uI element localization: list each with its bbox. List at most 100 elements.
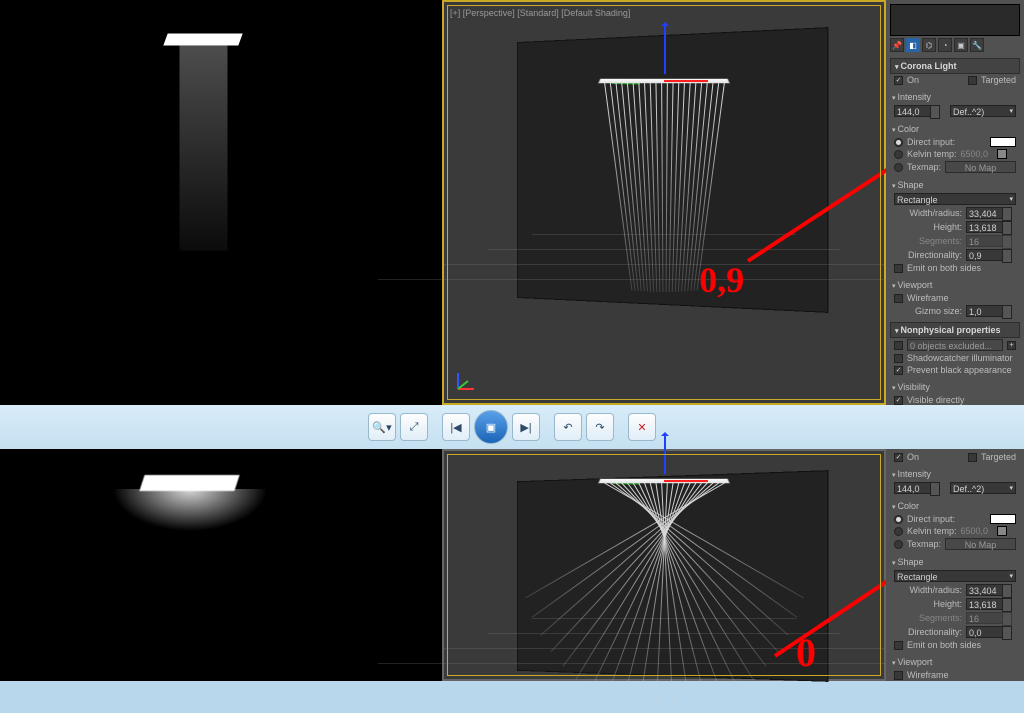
on-label: On: [907, 75, 919, 85]
direct-input-radio[interactable]: [894, 515, 903, 524]
shape-label: Shape: [890, 178, 1020, 192]
kelvin-swatch[interactable]: [997, 149, 1007, 159]
width-input[interactable]: 33,404: [966, 207, 1004, 219]
viewport-section-label: Viewport: [890, 655, 1020, 669]
targeted-checkbox[interactable]: [968, 453, 977, 462]
directionality-input[interactable]: 0,9: [966, 249, 1004, 261]
directionality-input[interactable]: 0,0: [966, 626, 1004, 638]
utilities-tab[interactable]: 🔧: [970, 38, 984, 52]
emit-both-checkbox[interactable]: [894, 264, 903, 273]
next-button[interactable]: ▶|: [512, 413, 540, 441]
emit-both-checkbox[interactable]: [894, 641, 903, 650]
kelvin-label: Kelvin temp:: [907, 149, 957, 159]
segments-input[interactable]: 16: [966, 235, 1004, 247]
fit-button[interactable]: ⤢: [400, 413, 428, 441]
delete-button[interactable]: ✕: [628, 413, 656, 441]
texmap-radio[interactable]: [894, 163, 903, 172]
display-tab[interactable]: ▣: [954, 38, 968, 52]
color-swatch[interactable]: [990, 137, 1016, 147]
rotate-right-button[interactable]: ↷: [586, 413, 614, 441]
command-panel-tabs: 📌 ◧ ⌬ ◔ ▣ 🔧: [890, 38, 1020, 52]
emit-both-label: Emit on both sides: [907, 640, 981, 650]
wireframe-checkbox[interactable]: [894, 294, 903, 303]
intensity-units-dropdown[interactable]: Def..^2): [950, 105, 1016, 117]
kelvin-input[interactable]: 6500,0: [961, 526, 993, 536]
on-checkbox[interactable]: ✓: [894, 453, 903, 462]
kelvin-radio[interactable]: [894, 150, 903, 159]
width-label: Width/radius:: [894, 585, 962, 595]
segments-input[interactable]: 16: [966, 612, 1004, 624]
render-viewport[interactable]: [0, 0, 442, 405]
texmap-button[interactable]: No Map: [945, 161, 1016, 173]
excluded-checkbox[interactable]: [894, 341, 903, 350]
shape-dropdown[interactable]: Rectangle: [894, 570, 1016, 582]
z-axis-gizmo[interactable]: [664, 434, 666, 474]
gizmo-label: Gizmo size:: [894, 306, 962, 316]
height-label: Height:: [894, 222, 962, 232]
pin-icon[interactable]: 📌: [890, 38, 904, 52]
height-input[interactable]: 13,618: [966, 598, 1004, 610]
shape-label: Shape: [890, 555, 1020, 569]
preventblack-label: Prevent black appearance: [907, 365, 1012, 375]
texmap-radio[interactable]: [894, 540, 903, 549]
zoom-button[interactable]: 🔍▾: [368, 413, 396, 441]
slideshow-button[interactable]: ▣: [474, 410, 508, 444]
segments-label: Segments:: [894, 236, 962, 246]
light-gizmo[interactable]: [599, 74, 729, 88]
height-input[interactable]: 13,618: [966, 221, 1004, 233]
direct-input-radio[interactable]: [894, 138, 903, 147]
direct-input-label: Direct input:: [907, 514, 955, 524]
visible-directly-label: Visible directly: [907, 395, 964, 405]
kelvin-input[interactable]: 6500,0: [961, 149, 993, 159]
perspective-viewport[interactable]: 0: [442, 449, 886, 681]
texmap-button[interactable]: No Map: [945, 538, 1016, 550]
intensity-input[interactable]: 144,0: [894, 105, 932, 117]
preventblack-checkbox[interactable]: ✓: [894, 366, 903, 375]
viewport-area: 0: [0, 449, 886, 681]
z-axis-gizmo[interactable]: [664, 24, 666, 74]
directionality-label: Directionality:: [894, 250, 962, 260]
intensity-input[interactable]: 144,0: [894, 482, 932, 494]
kelvin-swatch[interactable]: [997, 526, 1007, 536]
light-rays: [664, 483, 666, 485]
rotate-left-button[interactable]: ↶: [554, 413, 582, 441]
visible-directly-checkbox[interactable]: ✓: [894, 396, 903, 405]
kelvin-radio[interactable]: [894, 527, 903, 536]
color-swatch[interactable]: [990, 514, 1016, 524]
targeted-label: Targeted: [981, 452, 1016, 462]
wireframe-label: Wireframe: [907, 670, 949, 680]
axis-cube-icon[interactable]: [454, 369, 478, 393]
exclude-add[interactable]: +: [1007, 341, 1016, 350]
preview-swatch: [890, 4, 1020, 36]
viewport-area: [+] [Perspective] [Standard] [Default Sh…: [0, 0, 886, 405]
x-axis-gizmo[interactable]: [664, 480, 708, 482]
targeted-label: Targeted: [981, 75, 1016, 85]
segments-label: Segments:: [894, 613, 962, 623]
viewport-section-label: Viewport: [890, 278, 1020, 292]
intensity-units-dropdown[interactable]: Def..^2): [950, 482, 1016, 494]
excluded-button[interactable]: 0 objects excluded...: [907, 339, 1003, 351]
perspective-viewport[interactable]: [+] [Perspective] [Standard] [Default Sh…: [442, 0, 886, 405]
shadowcatcher-label: Shadowcatcher illuminator: [907, 353, 1013, 363]
corona-light-rollout[interactable]: Corona Light: [890, 58, 1020, 74]
visibility-label: Visibility: [890, 380, 1020, 394]
kelvin-label: Kelvin temp:: [907, 526, 957, 536]
nonphysical-rollout[interactable]: Nonphysical properties: [890, 322, 1020, 338]
targeted-checkbox[interactable]: [968, 76, 977, 85]
modify-tab[interactable]: ◧: [906, 38, 920, 52]
motion-tab[interactable]: ◔: [938, 38, 952, 52]
hierarchy-tab[interactable]: ⌬: [922, 38, 936, 52]
width-input[interactable]: 33,404: [966, 584, 1004, 596]
properties-panel: 📌 ◧ ⌬ ◔ ▣ 🔧 Corona Light ✓ On Targeted In…: [886, 0, 1024, 405]
render-viewport[interactable]: [0, 449, 442, 681]
shadowcatcher-checkbox[interactable]: [894, 354, 903, 363]
on-checkbox[interactable]: ✓: [894, 76, 903, 85]
intensity-label: Intensity: [890, 90, 1020, 104]
width-label: Width/radius:: [894, 208, 962, 218]
properties-panel: ✓On Targeted Intensity 144,0 Def..^2) Co…: [886, 449, 1024, 681]
prev-button[interactable]: |◀: [442, 413, 470, 441]
gizmo-input[interactable]: 1,0: [966, 305, 1004, 317]
shape-dropdown[interactable]: Rectangle: [894, 193, 1016, 205]
direct-input-label: Direct input:: [907, 137, 955, 147]
wireframe-checkbox[interactable]: [894, 671, 903, 680]
